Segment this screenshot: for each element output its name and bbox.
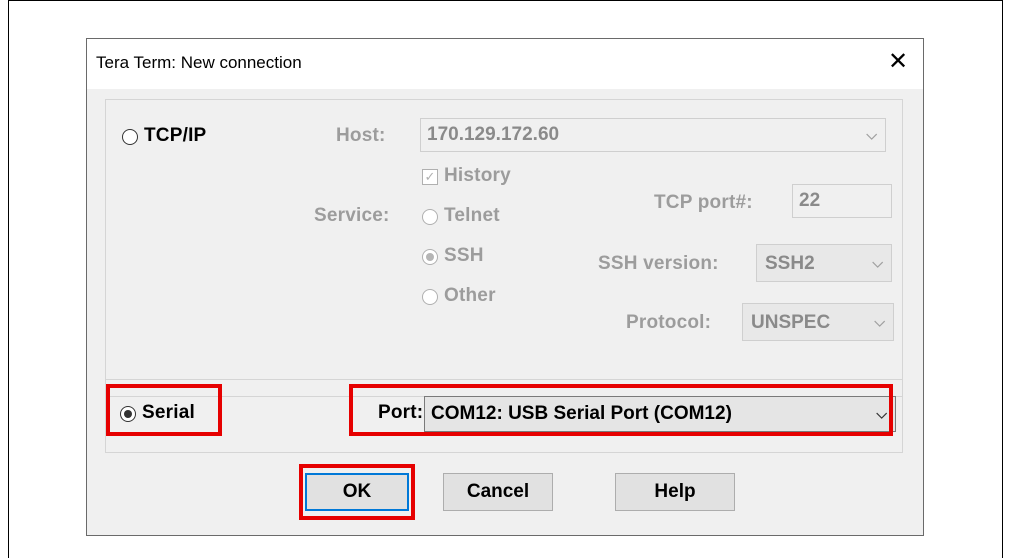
tcp-port-input[interactable]: 22 <box>792 184 892 218</box>
protocol-label: Protocol: <box>626 312 712 333</box>
port-label: Port: <box>378 402 424 423</box>
chevron-down-icon[interactable]: ⌵ <box>876 406 887 423</box>
ssh-label: SSH <box>444 245 484 266</box>
ok-button[interactable]: OK <box>305 473 409 511</box>
tcpip-label: TCP/IP <box>144 125 207 146</box>
protocol-select[interactable]: UNSPEC ⌵ <box>742 303 894 341</box>
chevron-down-icon[interactable]: ⌵ <box>866 127 877 144</box>
tcp-port-label: TCP port#: <box>654 192 753 213</box>
host-combobox[interactable]: 170.129.172.60 ⌵ <box>420 118 886 152</box>
port-select[interactable]: COM12: USB Serial Port (COM12) ⌵ <box>424 396 896 432</box>
cancel-button[interactable]: Cancel <box>443 473 553 511</box>
other-radio[interactable] <box>422 289 438 305</box>
chevron-down-icon[interactable]: ⌵ <box>872 255 883 272</box>
window-title: Tera Term: New connection <box>96 53 302 72</box>
new-connection-dialog: Tera Term: New connection ✕ TCP/IP Host:… <box>86 38 924 536</box>
help-button[interactable]: Help <box>615 473 735 511</box>
serial-group: Serial Port: COM12: USB Serial Port (COM… <box>105 379 903 453</box>
tcpip-group: TCP/IP Host: 170.129.172.60 ⌵ ✓ History … <box>105 99 903 397</box>
history-label: History <box>444 165 511 186</box>
serial-radio[interactable] <box>120 406 136 422</box>
tcp-port-value: 22 <box>799 190 821 211</box>
close-icon[interactable]: ✕ <box>883 47 913 77</box>
port-value: COM12: USB Serial Port (COM12) <box>431 403 732 424</box>
other-label: Other <box>444 285 496 306</box>
serial-label: Serial <box>142 402 195 423</box>
ssh-radio[interactable] <box>422 249 438 265</box>
protocol-value: UNSPEC <box>751 312 831 333</box>
history-checkbox[interactable]: ✓ <box>422 169 438 185</box>
ssh-version-value: SSH2 <box>765 253 815 274</box>
host-value: 170.129.172.60 <box>427 124 560 145</box>
telnet-radio[interactable] <box>422 209 438 225</box>
ssh-version-label: SSH version: <box>598 253 719 274</box>
host-label: Host: <box>336 125 386 146</box>
title-bar: Tera Term: New connection ✕ <box>87 39 923 89</box>
chevron-down-icon[interactable]: ⌵ <box>874 314 885 331</box>
service-label: Service: <box>314 205 390 226</box>
tcpip-radio[interactable] <box>122 129 138 145</box>
telnet-label: Telnet <box>444 205 500 226</box>
ssh-version-select[interactable]: SSH2 ⌵ <box>756 244 892 282</box>
